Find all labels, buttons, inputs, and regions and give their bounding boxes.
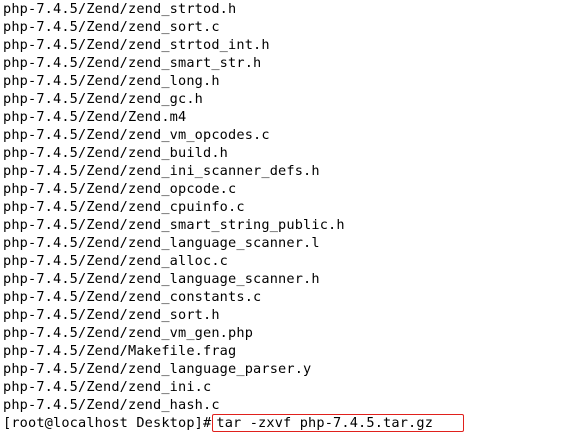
output-line: php-7.4.5/Zend/zend_constants.c <box>3 289 262 305</box>
output-line: php-7.4.5/Zend/zend_sort.h <box>3 307 220 323</box>
output-line: php-7.4.5/Zend/zend_build.h <box>3 145 229 161</box>
output-line: php-7.4.5/Zend/zend_long.h <box>3 73 220 89</box>
output-line: php-7.4.5/Zend/zend_smart_string_public.… <box>3 217 345 233</box>
output-line: php-7.4.5/Zend/zend_ini.c <box>3 379 212 395</box>
shell-prompt: [root@localhost Desktop]# <box>3 415 212 431</box>
output-line: php-7.4.5/Zend/zend_strtod.h <box>3 1 237 17</box>
output-line: php-7.4.5/Zend/zend_gc.h <box>3 91 204 107</box>
output-line: php-7.4.5/Zend/zend_hash.c <box>3 397 220 413</box>
terminal-window[interactable]: php-7.4.5/Zend/zend_strtod.h php-7.4.5/Z… <box>0 0 576 434</box>
output-line: php-7.4.5/Zend/zend_language_scanner.h <box>3 271 320 287</box>
output-line: php-7.4.5/Zend/zend_vm_gen.php <box>3 325 254 341</box>
output-line: php-7.4.5/Zend/zend_cpuinfo.c <box>3 199 245 215</box>
terminal-output: php-7.4.5/Zend/zend_strtod.h php-7.4.5/Z… <box>3 0 576 414</box>
output-line: php-7.4.5/Zend/zend_alloc.c <box>3 253 229 269</box>
output-line: php-7.4.5/Zend/Zend.m4 <box>3 109 187 125</box>
command-prompt-line[interactable]: [root@localhost Desktop]# tar -zxvf php-7… <box>3 414 576 432</box>
output-line: php-7.4.5/Zend/zend_opcode.c <box>3 181 237 197</box>
output-line: php-7.4.5/Zend/zend_sort.c <box>3 19 220 35</box>
output-line: php-7.4.5/Zend/zend_language_parser.y <box>3 361 312 377</box>
command-input[interactable]: tar -zxvf php-7.4.5.tar.gz <box>212 414 465 432</box>
output-line: php-7.4.5/Zend/zend_vm_opcodes.c <box>3 127 270 143</box>
output-line: php-7.4.5/Zend/Makefile.frag <box>3 343 237 359</box>
output-line: php-7.4.5/Zend/zend_strtod_int.h <box>3 37 270 53</box>
output-line: php-7.4.5/Zend/zend_smart_str.h <box>3 55 262 71</box>
output-line: php-7.4.5/Zend/zend_language_scanner.l <box>3 235 320 251</box>
output-line: php-7.4.5/Zend/zend_ini_scanner_defs.h <box>3 163 320 179</box>
